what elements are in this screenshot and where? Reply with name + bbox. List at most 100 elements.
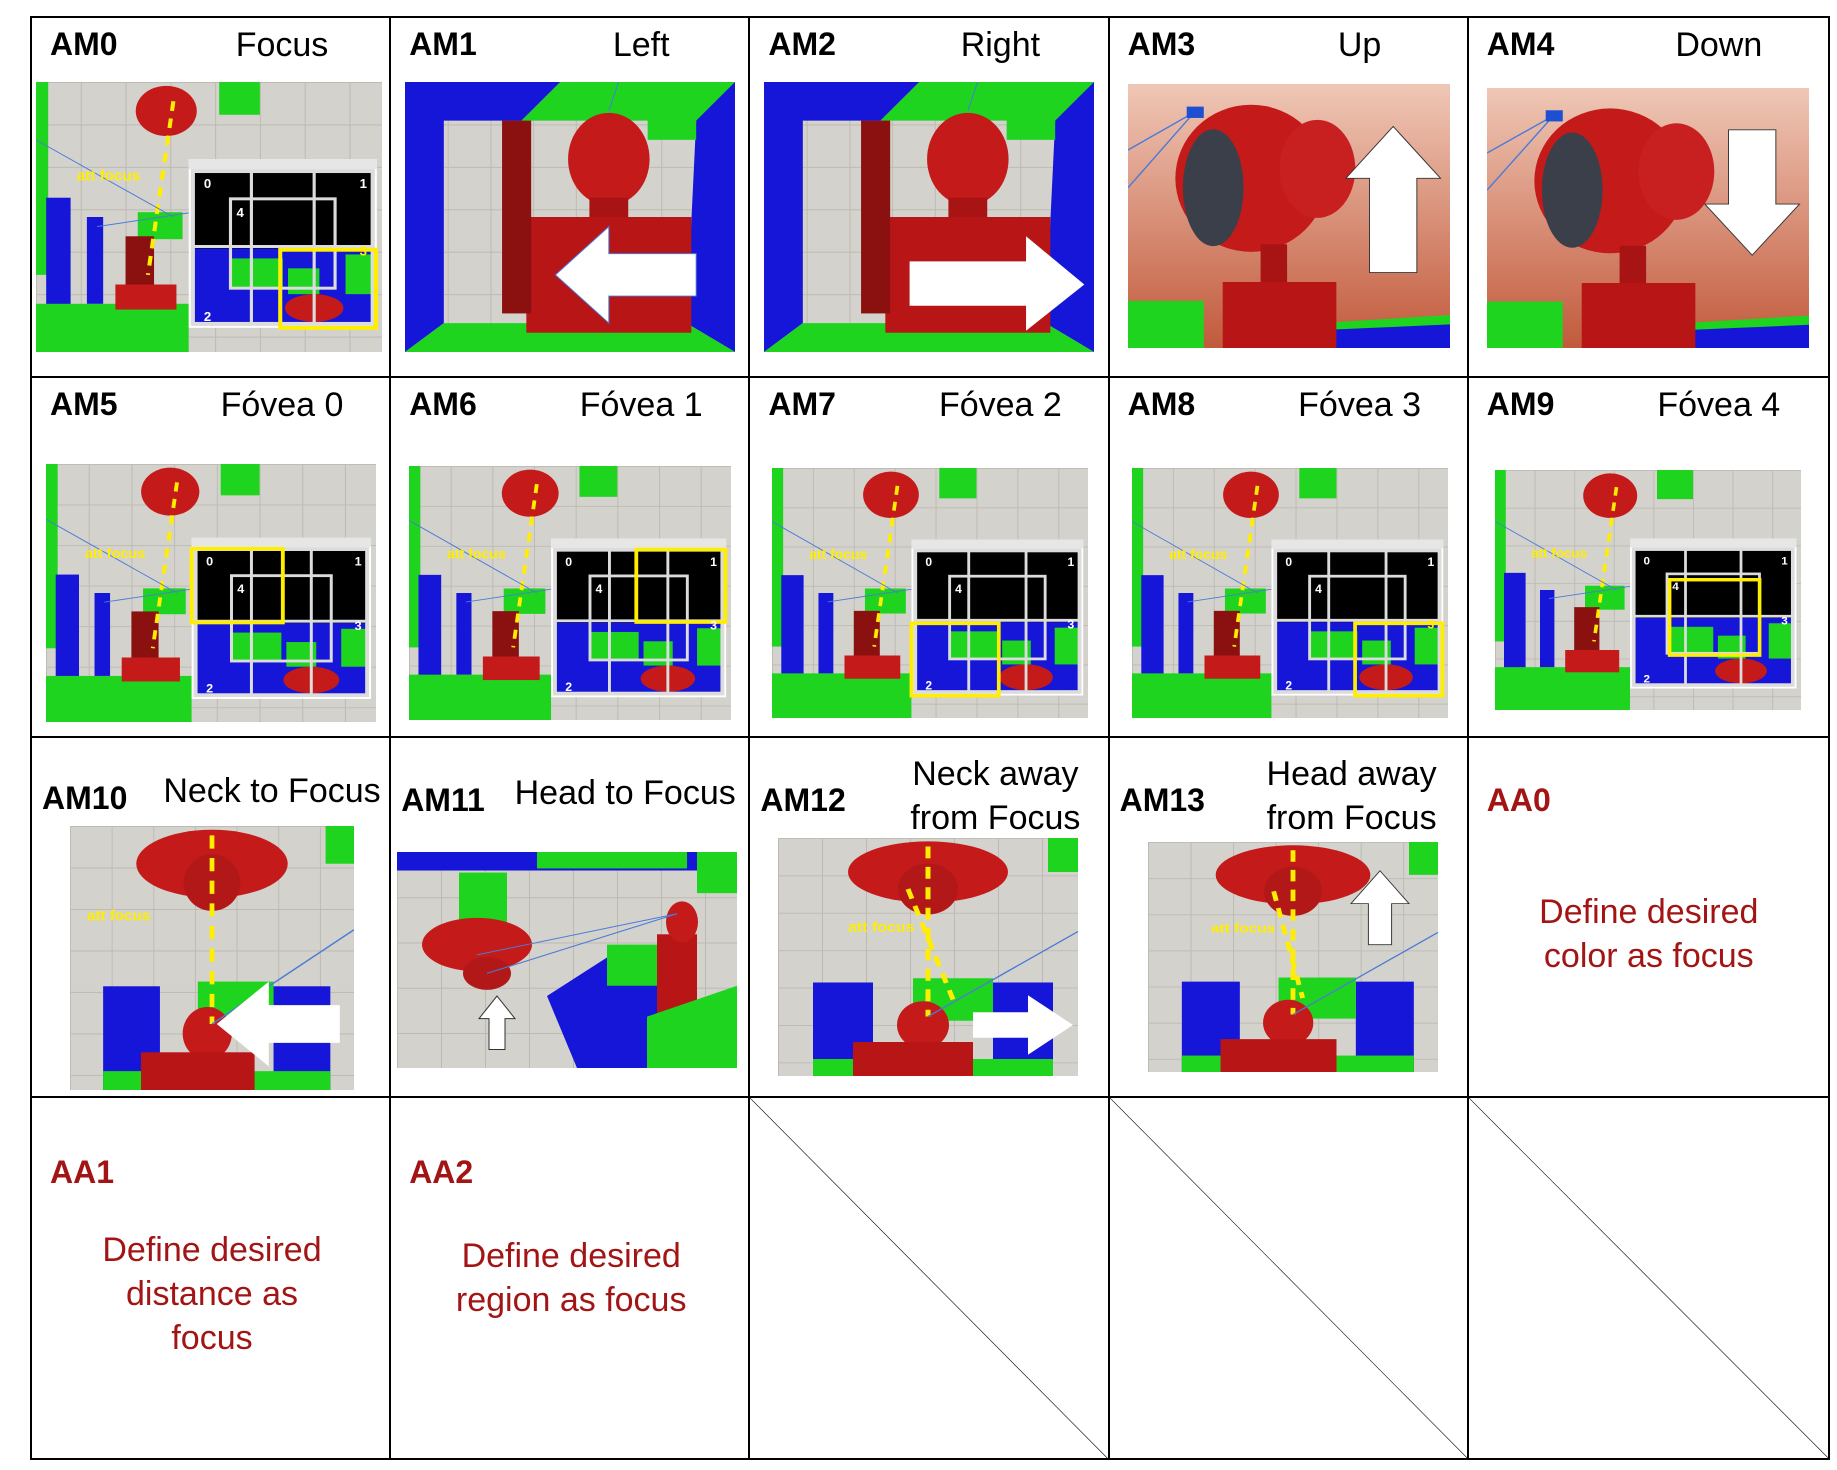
action-code: AM8	[1127, 386, 1196, 422]
desc-line: region as focus	[455, 1281, 687, 1319]
empty-cell	[1469, 1098, 1828, 1458]
cell-am0: AM0 Focus att focus 0 1 2 3 4	[32, 18, 392, 378]
action-code: AM4	[1486, 26, 1555, 62]
scene-image: att focus 0 1 2 3 4	[36, 82, 382, 352]
action-label: Head to Focus	[514, 774, 736, 812]
scene-image	[1486, 88, 1809, 348]
cell-am6: AM6 Fóvea 1 att focus 0 1 2 3 4	[391, 378, 751, 738]
diagonal-line	[750, 1098, 1107, 1458]
action-label: Fóvea 3	[1298, 386, 1422, 424]
scene-image	[1127, 84, 1450, 348]
empty-cell	[1110, 1098, 1469, 1458]
svg-text:0: 0	[565, 555, 572, 569]
svg-text:1: 1	[1068, 555, 1075, 569]
action-code: AM12	[760, 782, 846, 818]
scene-image	[405, 82, 736, 352]
action-code: AA2	[409, 1154, 474, 1190]
empty-cell	[750, 1098, 1110, 1458]
svg-text:3: 3	[360, 244, 367, 259]
action-label: Fóvea 2	[938, 386, 1062, 424]
svg-text:4: 4	[1315, 582, 1322, 596]
action-code: AM13	[1119, 782, 1205, 818]
cell-aa0: AA0 Define desired color as focus	[1468, 738, 1828, 1098]
svg-text:att focus: att focus	[848, 921, 915, 936]
svg-text:4: 4	[237, 582, 244, 596]
desc-line: distance as	[126, 1275, 298, 1313]
action-code: AA1	[50, 1154, 115, 1190]
action-grid: AM0 Focus att focus 0 1 2 3 4 AM1 Left A…	[30, 16, 1830, 1460]
svg-text:att focus: att focus	[810, 547, 868, 562]
svg-text:att focus: att focus	[1169, 547, 1227, 562]
svg-text:3: 3	[1427, 618, 1434, 632]
svg-text:4: 4	[236, 205, 244, 220]
action-description: Define desired color as focus	[1509, 890, 1789, 978]
action-label: Focus	[235, 26, 329, 64]
scene-image: att focus 0 1 2 3 4	[409, 466, 732, 720]
cell-am4: AM4 Down	[1468, 18, 1828, 378]
desc-line: Define desired	[461, 1237, 681, 1275]
svg-text:att focus: att focus	[85, 546, 146, 562]
action-code: AM9	[1486, 386, 1555, 422]
cell-am10: AM10 Neck to Focus att focus	[32, 738, 392, 1098]
action-code: AM1	[409, 26, 477, 62]
cell-am1: AM1 Left	[391, 18, 751, 378]
svg-text:4: 4	[596, 582, 603, 596]
desc-line: color as focus	[1543, 937, 1754, 975]
label-line: from Focus	[910, 799, 1081, 837]
cell-am12: AM12 Neck away from Focus att focus	[750, 738, 1110, 1098]
label-line: Neck away	[912, 755, 1079, 793]
desc-line: Define desired	[102, 1231, 322, 1269]
desc-line: Define desired	[1539, 893, 1759, 931]
label-line: from Focus	[1266, 799, 1437, 837]
svg-text:att focus: att focus	[1210, 921, 1274, 936]
cell-am5: AM5 Fóvea 0 att focus 0 1 2 3 4	[32, 378, 392, 738]
scene-image	[764, 82, 1095, 352]
svg-text:2: 2	[206, 682, 213, 696]
svg-text:1: 1	[355, 555, 362, 569]
label-line: Head away	[1266, 755, 1437, 793]
action-code: AM11	[401, 782, 485, 818]
svg-text:att focus: att focus	[87, 907, 150, 924]
svg-text:0: 0	[1285, 555, 1292, 569]
svg-text:att focus: att focus	[1531, 546, 1587, 561]
scene-image: att focus 0 1 2 3 4	[1494, 470, 1801, 710]
svg-text:2: 2	[926, 679, 933, 693]
action-code: AM6	[409, 386, 477, 422]
svg-text:2: 2	[565, 680, 572, 694]
action-label: Down	[1675, 26, 1763, 64]
action-label: Neck away from Focus	[890, 752, 1100, 840]
scene-image: att focus	[70, 826, 354, 1090]
svg-text:3: 3	[355, 619, 362, 633]
action-label: Right	[960, 26, 1041, 64]
svg-text:att focus: att focus	[77, 169, 141, 185]
cell-am2: AM2 Right	[750, 18, 1110, 378]
cell-aa1: AA1 Define desired distance as focus	[32, 1098, 392, 1458]
svg-text:1: 1	[1781, 556, 1788, 568]
scene-image: att focus	[778, 838, 1078, 1076]
svg-text:2: 2	[1643, 674, 1649, 686]
cell-am9: AM9 Fóvea 4 att focus 0 1 2 3 4	[1468, 378, 1828, 738]
svg-text:3: 3	[1068, 618, 1075, 632]
svg-text:2: 2	[204, 309, 211, 324]
action-code: AM2	[768, 26, 836, 62]
scene-image: att focus 0 1 2 3 4	[46, 464, 376, 722]
cell-am11: AM11 Head to Focus	[391, 738, 751, 1098]
action-label: Head away from Focus	[1242, 752, 1462, 840]
action-description: Define desired distance as focus	[72, 1228, 352, 1360]
action-label: Up	[1337, 26, 1382, 64]
svg-text:0: 0	[206, 555, 213, 569]
diagonal-line	[1110, 1098, 1467, 1458]
action-label: Fóvea 1	[579, 386, 703, 424]
action-code: AM0	[50, 26, 118, 62]
svg-text:1: 1	[360, 176, 367, 191]
svg-text:4: 4	[955, 582, 962, 596]
scene-image	[397, 852, 738, 1068]
action-description: Define desired region as focus	[431, 1234, 711, 1322]
svg-text:att focus: att focus	[447, 546, 506, 562]
action-code: AM3	[1127, 26, 1196, 62]
action-label: Left	[612, 26, 670, 64]
diagonal-line	[1469, 1098, 1828, 1458]
svg-text:2: 2	[1285, 679, 1292, 693]
action-label: Neck to Focus	[163, 772, 381, 810]
svg-text:4: 4	[1672, 581, 1679, 593]
